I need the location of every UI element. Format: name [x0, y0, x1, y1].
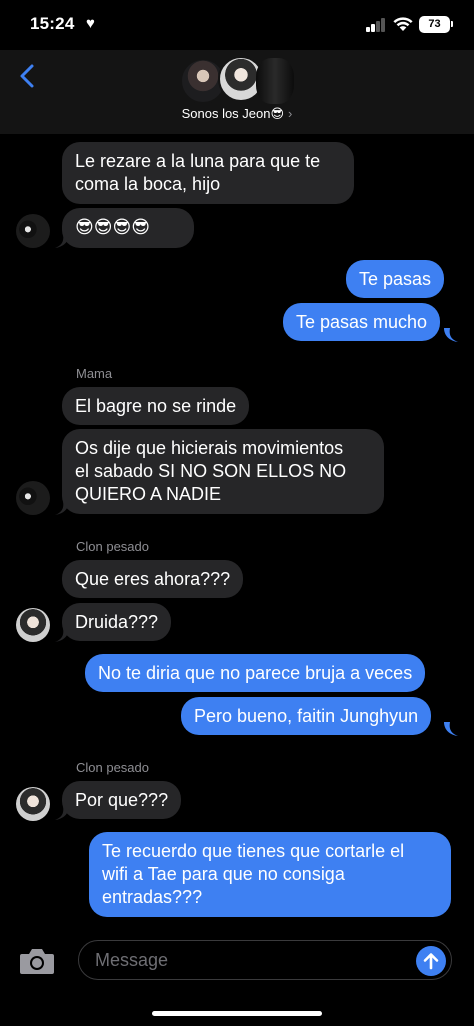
- message-bubble-outgoing[interactable]: Te pasas mucho: [283, 303, 441, 341]
- group-avatar-stack[interactable]: [178, 52, 294, 104]
- heart-icon: ♥: [86, 15, 95, 32]
- message-text: el sabado SI NO SON ELLOS NO: [75, 461, 347, 481]
- avatar[interactable]: [16, 481, 50, 515]
- message-text: wifi a Tae para que no consiga: [102, 864, 345, 884]
- avatar[interactable]: [16, 214, 50, 248]
- bubble-tail: [55, 628, 69, 642]
- avatar[interactable]: [16, 787, 50, 821]
- message-bubble-incoming[interactable]: Que eres ahora???: [62, 560, 244, 598]
- message-bubble-incoming[interactable]: Por que???: [62, 781, 182, 819]
- avatar[interactable]: [16, 608, 50, 642]
- sender-name: Clon pesado: [76, 760, 149, 775]
- bubble-tail: [55, 501, 69, 515]
- message-bubble-incoming[interactable]: El bagre no se rinde: [62, 387, 250, 425]
- message-bubble-outgoing[interactable]: Pero bueno, faitin Junghyun: [181, 697, 432, 735]
- message-bubble-incoming[interactable]: Druida???: [62, 603, 172, 641]
- message-bubble-incoming[interactable]: Le rezare a la luna para que te coma la …: [62, 142, 354, 204]
- status-time: 15:24: [30, 14, 75, 33]
- group-name[interactable]: Sonos los Jeon😎 ›: [0, 106, 474, 122]
- message-text: El bagre no se rinde: [75, 396, 237, 416]
- message-text: Por que???: [75, 790, 169, 810]
- message-text: entradas???: [102, 887, 203, 907]
- camera-icon[interactable]: [18, 946, 56, 976]
- message-text: coma la boca, hijo: [75, 174, 221, 194]
- message-text: Te pasas: [359, 269, 432, 289]
- chevron-left-icon[interactable]: [14, 56, 44, 96]
- emoji-message: 😎😎😎😎: [75, 217, 151, 237]
- bubble-tail: [55, 806, 69, 820]
- home-indicator[interactable]: [152, 1011, 322, 1016]
- send-button[interactable]: [416, 946, 446, 976]
- message-input[interactable]: [78, 940, 452, 980]
- sender-name: Mama: [76, 366, 113, 381]
- message-text: Druida???: [75, 612, 159, 632]
- group-name-label: Sonos los Jeon😎: [181, 106, 285, 121]
- bubble-tail: [55, 234, 69, 248]
- arrow-up-icon: [423, 953, 439, 970]
- conversation-header: Sonos los Jeon😎 ›: [0, 50, 474, 134]
- battery-icon: 73: [419, 16, 450, 33]
- message-text: Pero bueno, faitin Junghyun: [194, 706, 419, 726]
- bubble-tail: [444, 328, 458, 342]
- message-text: Te recuerdo que tienes que cortarle el: [102, 841, 405, 861]
- message-text: Os dije que hicierais movimientos: [75, 438, 344, 458]
- bubble-tail: [444, 722, 458, 736]
- message-bubble-incoming[interactable]: 😎😎😎😎: [62, 208, 194, 248]
- wifi-icon: [393, 17, 413, 31]
- message-text: Que eres ahora???: [75, 569, 231, 589]
- group-member-avatar: [256, 58, 294, 104]
- message-bubble-outgoing[interactable]: Te recuerdo que tienes que cortarle el w…: [89, 832, 451, 917]
- message-text: QUIERO A NADIE: [75, 484, 222, 504]
- cellular-signal-icon: [366, 18, 386, 32]
- status-bar: 15:24 ♥ 73: [0, 0, 474, 50]
- message-text: No te diria que no parece bruja a veces: [98, 663, 413, 683]
- sender-name: Clon pesado: [76, 539, 149, 554]
- message-text: Te pasas mucho: [296, 312, 428, 332]
- message-bubble-outgoing[interactable]: Te pasas: [346, 260, 445, 298]
- message-text: Le rezare a la luna para que te: [75, 151, 321, 171]
- message-bubble-incoming[interactable]: Os dije que hicierais movimientos el sab…: [62, 429, 384, 514]
- message-composer: [0, 934, 474, 1026]
- chevron-right-icon: ›: [288, 106, 293, 121]
- message-bubble-outgoing[interactable]: No te diria que no parece bruja a veces: [85, 654, 426, 692]
- battery-tip: [451, 21, 453, 27]
